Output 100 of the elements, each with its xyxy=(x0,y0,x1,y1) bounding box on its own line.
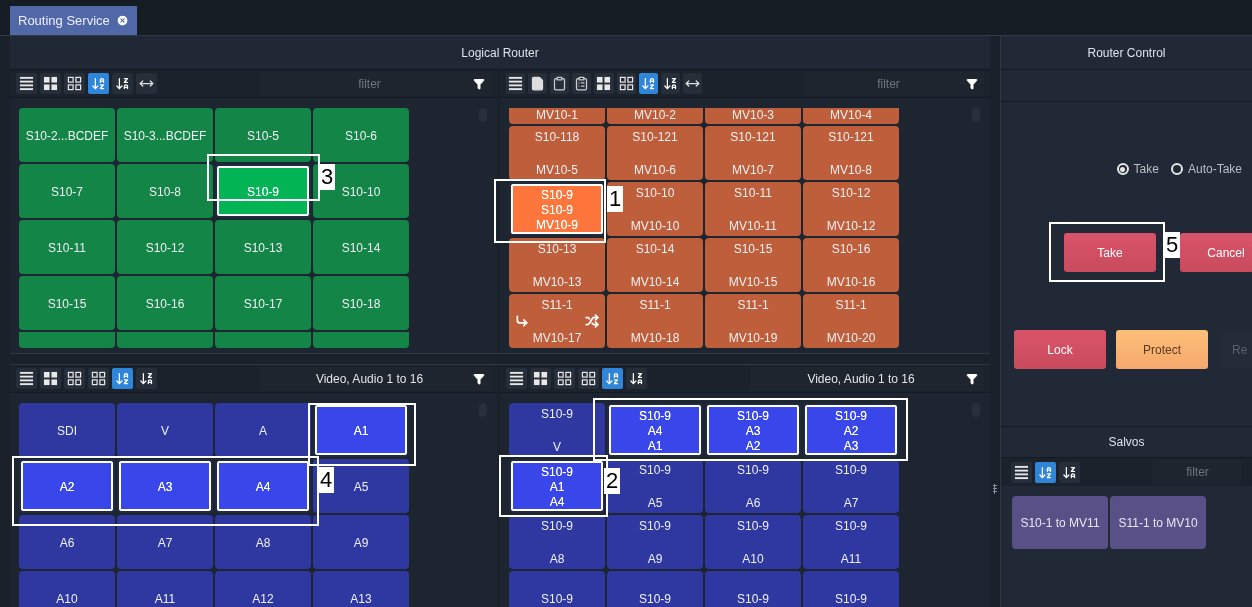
salvo-tile[interactable]: S10-1 to MV11 xyxy=(1012,496,1108,549)
source-tile[interactable]: A12 xyxy=(215,571,311,607)
source-tile[interactable]: S11-1 MV10-20 xyxy=(803,294,899,348)
source-tile[interactable]: S10-16 MV10-16 xyxy=(803,238,899,292)
source-tile[interactable]: S10-9 A9 xyxy=(607,515,703,569)
action-button[interactable]: Cancel xyxy=(1180,233,1252,272)
toolbar-button[interactable] xyxy=(136,368,157,389)
radio-option[interactable]: Auto-Take xyxy=(1170,160,1242,178)
action-button[interactable]: Take xyxy=(1064,233,1156,272)
source-tile[interactable]: S10-13 xyxy=(215,220,311,274)
toolbar-button[interactable] xyxy=(16,368,37,389)
toolbar-button[interactable] xyxy=(572,73,592,94)
source-tile[interactable]: S10-121 MV10-6 xyxy=(607,126,703,180)
tab[interactable]: Routing Service xyxy=(10,6,137,35)
source-tile[interactable]: MV10-3 xyxy=(705,108,801,124)
source-tile[interactable]: S10-9 xyxy=(607,571,703,607)
toolbar-button[interactable] xyxy=(638,73,658,94)
source-tile[interactable]: S10-9 xyxy=(705,571,801,607)
toolbar-button[interactable] xyxy=(40,73,61,94)
source-tile[interactable]: S10-15 xyxy=(19,276,115,330)
toolbar-button[interactable] xyxy=(616,73,636,94)
toolbar-button[interactable] xyxy=(136,73,157,94)
source-tile[interactable]: S10-118 MV10-5 xyxy=(509,126,605,180)
source-tile[interactable]: A11 xyxy=(117,571,213,607)
toolbar-button[interactable] xyxy=(40,368,61,389)
source-tile[interactable]: A13 xyxy=(313,571,409,607)
toolbar-button[interactable] xyxy=(528,73,548,94)
source-tile[interactable]: S11-1 MV10-17 xyxy=(509,294,605,348)
source-tile[interactable]: S10-15 MV10-15 xyxy=(705,238,801,292)
source-tile[interactable]: S10-14 xyxy=(313,220,409,274)
source-tile[interactable] xyxy=(313,332,409,348)
source-tile[interactable]: A9 xyxy=(313,515,409,569)
source-tile[interactable]: S10-9 A4 A1 xyxy=(607,403,703,457)
source-tile[interactable]: S10-2...BCDEF xyxy=(19,108,115,162)
source-tile[interactable]: S10-13 MV10-13 xyxy=(509,238,605,292)
toolbar-button[interactable] xyxy=(506,368,527,389)
source-tile[interactable]: V xyxy=(117,403,213,457)
toolbar-button[interactable] xyxy=(64,368,85,389)
toolbar-button[interactable] xyxy=(550,73,570,94)
toolbar-button[interactable] xyxy=(112,73,133,94)
salvo-tile[interactable]: S11-1 to MV10 xyxy=(1110,496,1206,549)
toolbar-button[interactable] xyxy=(626,368,647,389)
toolbar-button[interactable] xyxy=(594,73,614,94)
source-tile[interactable]: S10-17 xyxy=(215,276,311,330)
source-tile[interactable]: MV10-4 xyxy=(803,108,899,124)
source-tile[interactable]: S10-9 xyxy=(509,571,605,607)
source-tile[interactable] xyxy=(117,332,213,348)
toolbar-button[interactable] xyxy=(530,368,551,389)
source-tile[interactable]: S10-9 A10 xyxy=(705,515,801,569)
source-tile[interactable] xyxy=(19,332,115,348)
source-tile[interactable]: A8 xyxy=(215,515,311,569)
source-tile[interactable]: S11-1 MV10-18 xyxy=(607,294,703,348)
source-tile[interactable]: A7 xyxy=(117,515,213,569)
filter-icon[interactable] xyxy=(966,77,978,90)
source-tile[interactable]: S10-18 xyxy=(313,276,409,330)
toolbar-button[interactable] xyxy=(64,73,85,94)
source-tile[interactable]: S10-9 A11 xyxy=(803,515,899,569)
toolbar-button[interactable] xyxy=(554,368,575,389)
source-tile[interactable]: A3 xyxy=(117,459,213,513)
source-tile[interactable]: S10-9 xyxy=(803,571,899,607)
source-tile[interactable]: S10-9 A1 A4 xyxy=(509,459,605,513)
source-tile[interactable]: S10-5 xyxy=(215,108,311,162)
source-tile[interactable]: S10-6 xyxy=(313,108,409,162)
source-tile[interactable]: A xyxy=(215,403,311,457)
filter-icon[interactable] xyxy=(473,372,485,385)
source-tile[interactable]: S10-11 MV10-11 xyxy=(705,182,801,236)
source-tile[interactable]: A1 xyxy=(313,403,409,457)
source-tile[interactable]: S10-9 A7 xyxy=(803,459,899,513)
source-tile[interactable]: MV10-1 xyxy=(509,108,605,124)
toolbar-button[interactable] xyxy=(88,368,109,389)
source-tile[interactable]: A10 xyxy=(19,571,115,607)
filter-icon[interactable] xyxy=(473,77,485,90)
close-icon[interactable] xyxy=(115,14,129,27)
source-tile[interactable]: A6 xyxy=(19,515,115,569)
source-tile[interactable]: S10-121 MV10-7 xyxy=(705,126,801,180)
source-tile[interactable]: SDI xyxy=(19,403,115,457)
source-tile[interactable]: S10-12 MV10-12 xyxy=(803,182,899,236)
toolbar-button[interactable] xyxy=(682,73,702,94)
source-tile[interactable]: S10-8 xyxy=(117,164,213,218)
source-tile[interactable]: S10-9 A2 A3 xyxy=(803,403,899,457)
source-tile[interactable] xyxy=(215,332,311,348)
toolbar-button[interactable] xyxy=(578,368,599,389)
source-tile[interactable]: S10-9 V xyxy=(509,403,605,457)
source-tile[interactable]: S11-1 MV10-19 xyxy=(705,294,801,348)
source-tile[interactable]: S10-14 MV10-14 xyxy=(607,238,703,292)
toolbar-button[interactable] xyxy=(1011,461,1032,483)
toolbar-button[interactable] xyxy=(1059,461,1080,483)
radio-option[interactable]: Take xyxy=(1116,160,1159,178)
splitter-grip-icon[interactable] xyxy=(993,484,997,494)
source-tile[interactable]: MV10-2 xyxy=(607,108,703,124)
toolbar-button[interactable] xyxy=(506,73,526,94)
source-tile[interactable]: S10-16 xyxy=(117,276,213,330)
source-tile[interactable]: S10-9 A8 xyxy=(509,515,605,569)
source-tile[interactable]: A2 xyxy=(19,459,115,513)
source-tile[interactable]: S10-121 MV10-8 xyxy=(803,126,899,180)
filter-icon[interactable] xyxy=(966,372,978,385)
lock-button[interactable]: Lock xyxy=(1014,330,1106,369)
source-tile[interactable]: S10-12 xyxy=(117,220,213,274)
source-tile[interactable]: S10-9 A6 xyxy=(705,459,801,513)
source-tile[interactable]: A4 xyxy=(215,459,311,513)
